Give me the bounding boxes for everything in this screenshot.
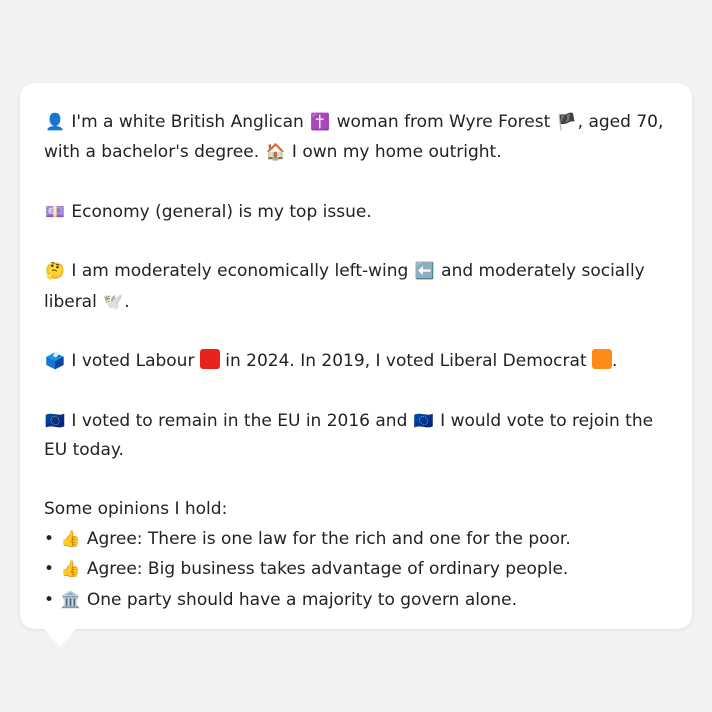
money-icon: 💷 <box>45 201 65 221</box>
bubble-tail <box>42 627 78 647</box>
libdem-orange-square-icon <box>592 349 613 370</box>
england-flag-icon: 🏴 <box>556 112 577 131</box>
opinion-item: • 👍 Agree: There is one law for the rich… <box>44 524 668 554</box>
thumbs-up-icon: 👍 <box>60 559 81 579</box>
classical-building-icon: 🏛️ <box>60 589 81 609</box>
thinking-icon: 🤔 <box>45 261 65 281</box>
identity-paragraph: 👤 I'm a white British Anglican ✝️ woman … <box>44 107 668 168</box>
eu-flag-icon: 🇪🇺 <box>413 410 434 430</box>
voting-paragraph: 🗳️ I voted Labour in 2024. In 2019, I vo… <box>44 346 668 376</box>
opinions-list: • 👍 Agree: There is one law for the rich… <box>44 524 668 615</box>
opinion-item: • 👍 Agree: Big business takes advantage … <box>44 554 668 584</box>
opinions-heading: Some opinions I hold: <box>44 498 228 519</box>
ideology-paragraph: 🤔 I am moderately economically left-wing… <box>44 256 668 317</box>
eu-flag-icon: 🇪🇺 <box>45 410 65 430</box>
ballot-box-icon: 🗳️ <box>45 351 65 371</box>
person-icon: 👤 <box>45 112 65 131</box>
message-bubble: 👤 I'm a white British Anglican ✝️ woman … <box>20 83 692 629</box>
top-issue-paragraph: 💷 Economy (general) is my top issue. <box>44 197 668 227</box>
opinion-item: • 🏛️ One party should have a majority to… <box>44 585 668 615</box>
cross-icon: ✝️ <box>310 112 331 131</box>
dove-icon: 🕊️ <box>103 291 124 311</box>
labour-red-square-icon <box>199 349 220 370</box>
eu-paragraph: 🇪🇺 I voted to remain in the EU in 2016 a… <box>44 406 668 466</box>
house-icon: 🏠 <box>265 142 286 162</box>
left-arrow-icon: ⬅️ <box>414 261 435 281</box>
thumbs-up-icon: 👍 <box>60 529 81 549</box>
